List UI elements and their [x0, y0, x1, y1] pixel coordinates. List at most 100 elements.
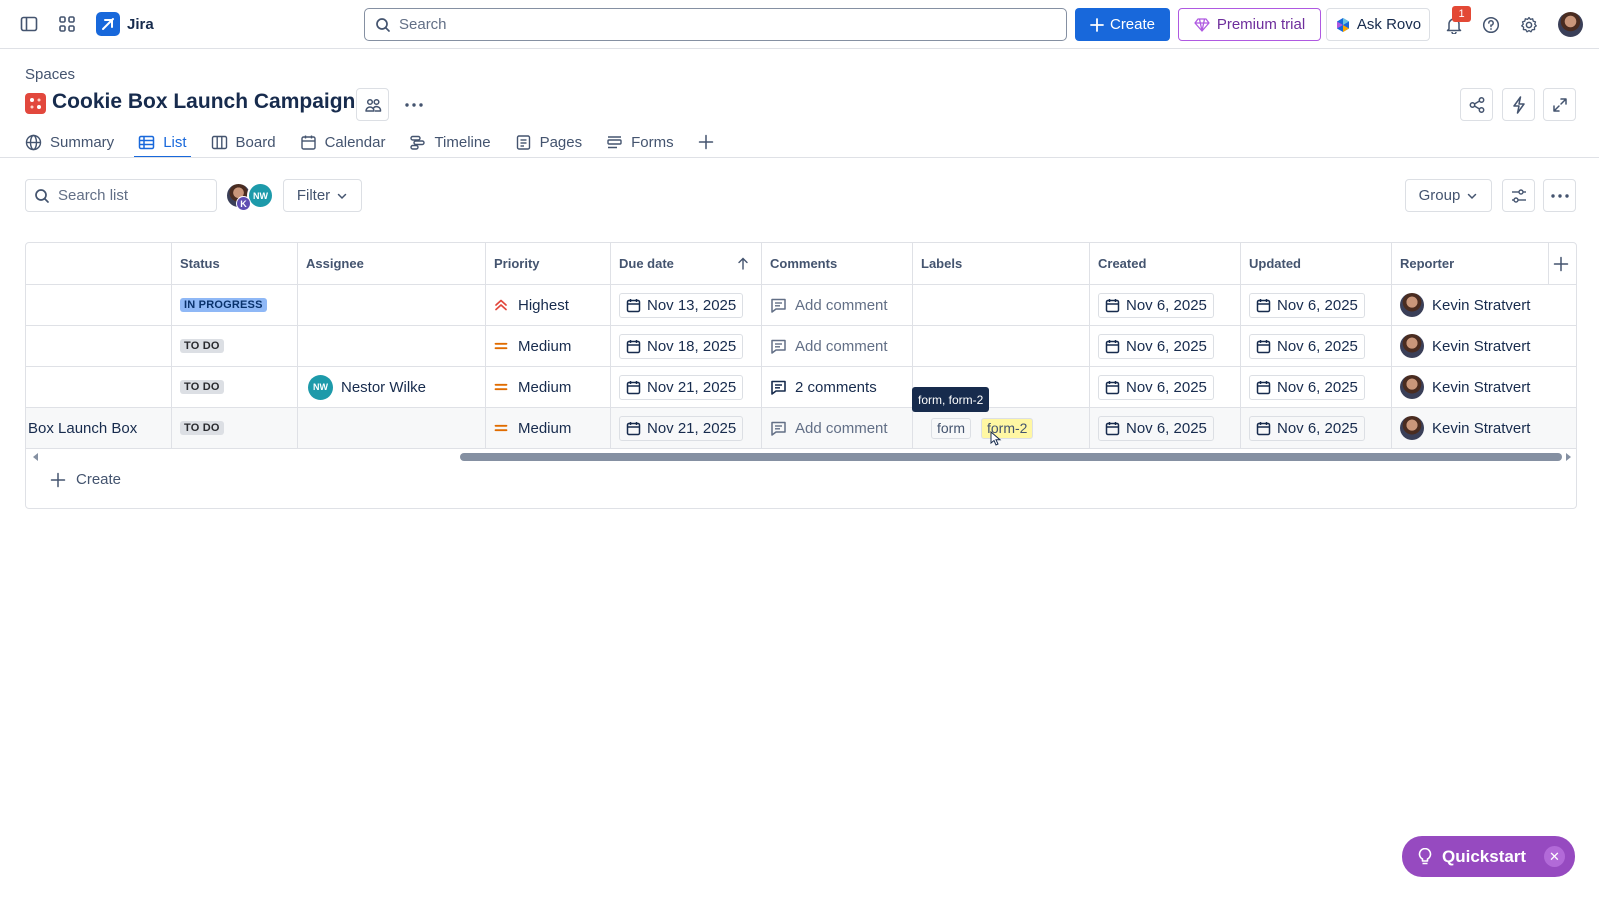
fullscreen-button[interactable]: [1543, 88, 1576, 121]
priority-cell[interactable]: Medium: [486, 326, 611, 366]
filter-button[interactable]: Filter: [283, 179, 362, 212]
more-actions-button[interactable]: [397, 88, 430, 121]
tab-summary[interactable]: Summary: [25, 127, 114, 157]
column-header-created[interactable]: Created: [1090, 243, 1241, 284]
label-chip[interactable]: form-2: [981, 417, 1034, 439]
global-search-input[interactable]: Search: [364, 8, 1067, 41]
add-tab-button[interactable]: [698, 127, 714, 157]
status-badge[interactable]: TO DO: [180, 339, 224, 353]
reporter-cell[interactable]: Kevin Stratvert: [1392, 326, 1576, 366]
reporter-cell[interactable]: Kevin Stratvert: [1392, 367, 1576, 407]
sort-ascending-icon[interactable]: [737, 257, 749, 271]
column-header-assignee[interactable]: Assignee: [298, 243, 486, 284]
automation-button[interactable]: [1502, 88, 1535, 121]
table-row[interactable]: TO DO Medium Nov 18, 2025 Add comment No…: [26, 326, 1576, 367]
avatar-nw[interactable]: NW: [247, 182, 274, 209]
scroll-left-arrow-icon[interactable]: [32, 453, 40, 461]
premium-trial-button[interactable]: Premium trial: [1178, 8, 1321, 41]
created-cell[interactable]: Nov 6, 2025: [1090, 367, 1241, 407]
column-header-due-date[interactable]: Due date: [611, 243, 762, 284]
view-settings-button[interactable]: [1502, 179, 1535, 212]
status-cell[interactable]: TO DO: [172, 367, 298, 407]
group-button[interactable]: Group: [1405, 179, 1492, 212]
tab-forms[interactable]: Forms: [606, 127, 674, 157]
due-date-cell[interactable]: Nov 21, 2025: [611, 408, 762, 448]
priority-cell[interactable]: Medium: [486, 408, 611, 448]
summary-cell[interactable]: [26, 285, 172, 325]
summary-cell[interactable]: Box Launch Box: [26, 408, 172, 448]
due-date-cell[interactable]: Nov 18, 2025: [611, 326, 762, 366]
create-issue-button[interactable]: Create: [50, 471, 121, 488]
jira-home-link[interactable]: Jira: [96, 12, 154, 36]
ask-rovo-button[interactable]: Ask Rovo: [1326, 8, 1430, 41]
assignee-cell[interactable]: NW Nestor Wilke: [298, 367, 486, 407]
tab-calendar[interactable]: Calendar: [300, 127, 385, 157]
table-row[interactable]: Box Launch Box TO DO Medium Nov 21, 2025…: [26, 408, 1576, 449]
horizontal-scrollbar[interactable]: [26, 450, 1576, 464]
share-button[interactable]: [1460, 88, 1493, 121]
status-cell[interactable]: TO DO: [172, 408, 298, 448]
tab-pages[interactable]: Pages: [515, 127, 582, 157]
assignee-cell[interactable]: [298, 408, 486, 448]
tab-board[interactable]: Board: [211, 127, 276, 157]
quickstart-button[interactable]: Quickstart ✕: [1402, 836, 1575, 877]
assignee-cell[interactable]: [298, 326, 486, 366]
updated-cell[interactable]: Nov 6, 2025: [1241, 367, 1392, 407]
due-date-cell[interactable]: Nov 13, 2025: [611, 285, 762, 325]
more-options-button[interactable]: [1543, 179, 1576, 212]
assignee-cell[interactable]: [298, 285, 486, 325]
comments-count-link[interactable]: 2 comments: [795, 379, 877, 396]
sidebar-toggle-icon[interactable]: [13, 8, 45, 40]
add-comment-link[interactable]: Add comment: [795, 297, 888, 314]
scroll-right-arrow-icon[interactable]: [1564, 453, 1572, 461]
column-header-priority[interactable]: Priority: [486, 243, 611, 284]
reporter-cell[interactable]: Kevin Stratvert: [1392, 285, 1576, 325]
column-header-comments[interactable]: Comments: [762, 243, 913, 284]
comments-cell[interactable]: Add comment: [762, 326, 913, 366]
status-badge[interactable]: TO DO: [180, 421, 224, 435]
updated-cell[interactable]: Nov 6, 2025: [1241, 408, 1392, 448]
team-button[interactable]: [356, 88, 389, 121]
table-row[interactable]: IN PROGRESS Highest Nov 13, 2025 Add com…: [26, 285, 1576, 326]
comments-cell[interactable]: 2 comments: [762, 367, 913, 407]
scrollbar-thumb[interactable]: [460, 453, 1562, 461]
column-header-reporter[interactable]: Reporter: [1392, 243, 1549, 284]
reporter-cell[interactable]: Kevin Stratvert: [1392, 408, 1576, 448]
summary-cell[interactable]: [26, 326, 172, 366]
created-cell[interactable]: Nov 6, 2025: [1090, 285, 1241, 325]
priority-cell[interactable]: Medium: [486, 367, 611, 407]
created-cell[interactable]: Nov 6, 2025: [1090, 326, 1241, 366]
status-cell[interactable]: IN PROGRESS: [172, 285, 298, 325]
add-column-button[interactable]: [1549, 243, 1576, 284]
tab-timeline[interactable]: Timeline: [409, 127, 491, 157]
search-list-input[interactable]: Search list: [25, 179, 217, 212]
user-avatar[interactable]: [1558, 12, 1583, 37]
app-switcher-icon[interactable]: [51, 8, 83, 40]
add-comment-link[interactable]: Add comment: [795, 338, 888, 355]
labels-cell[interactable]: [913, 326, 1090, 366]
labels-cell[interactable]: [913, 285, 1090, 325]
add-comment-link[interactable]: Add comment: [795, 420, 888, 437]
status-badge[interactable]: TO DO: [180, 380, 224, 394]
due-date-cell[interactable]: Nov 21, 2025: [611, 367, 762, 407]
column-header-labels[interactable]: Labels: [913, 243, 1090, 284]
updated-cell[interactable]: Nov 6, 2025: [1241, 326, 1392, 366]
help-button[interactable]: [1475, 9, 1507, 41]
column-header-updated[interactable]: Updated: [1241, 243, 1392, 284]
status-badge[interactable]: IN PROGRESS: [180, 298, 267, 312]
status-cell[interactable]: TO DO: [172, 326, 298, 366]
create-button[interactable]: Create: [1075, 8, 1170, 41]
close-icon[interactable]: ✕: [1544, 846, 1565, 867]
breadcrumb[interactable]: Spaces: [25, 66, 75, 83]
tab-list[interactable]: List: [134, 127, 191, 158]
updated-cell[interactable]: Nov 6, 2025: [1241, 285, 1392, 325]
comments-cell[interactable]: Add comment: [762, 285, 913, 325]
label-chip[interactable]: form: [931, 417, 971, 439]
summary-cell[interactable]: [26, 367, 172, 407]
table-row[interactable]: TO DO NW Nestor Wilke Medium Nov 21, 2025…: [26, 367, 1576, 408]
column-header-status[interactable]: Status: [172, 243, 298, 284]
settings-button[interactable]: [1513, 9, 1545, 41]
created-cell[interactable]: Nov 6, 2025: [1090, 408, 1241, 448]
priority-cell[interactable]: Highest: [486, 285, 611, 325]
comments-cell[interactable]: Add comment: [762, 408, 913, 448]
